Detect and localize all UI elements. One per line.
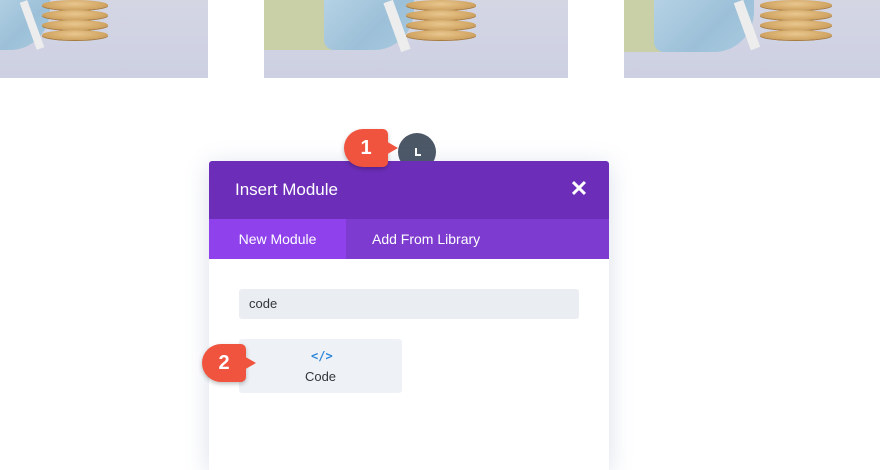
- module-code[interactable]: </> Code: [239, 339, 402, 393]
- product-image-3: [624, 0, 880, 78]
- insert-module-modal: Insert Module ✕ New Module Add From Libr…: [209, 161, 609, 470]
- step-badge-2: 2: [202, 344, 256, 382]
- modal-header: Insert Module ✕: [209, 161, 609, 219]
- product-image-2: [264, 0, 568, 78]
- close-icon[interactable]: ✕: [567, 177, 591, 201]
- tab-new-module[interactable]: New Module: [209, 219, 346, 259]
- step-badge-1: 1: [344, 129, 398, 167]
- search-input-value: code: [249, 296, 278, 311]
- module-label: Code: [304, 369, 337, 384]
- module-search-input[interactable]: code: [239, 289, 579, 319]
- modal-tabs: New Module Add From Library: [209, 219, 609, 259]
- code-icon: </>: [311, 349, 333, 363]
- product-image-1: [0, 0, 208, 78]
- modal-title: Insert Module: [235, 180, 338, 199]
- tab-add-from-library[interactable]: Add From Library: [346, 219, 480, 259]
